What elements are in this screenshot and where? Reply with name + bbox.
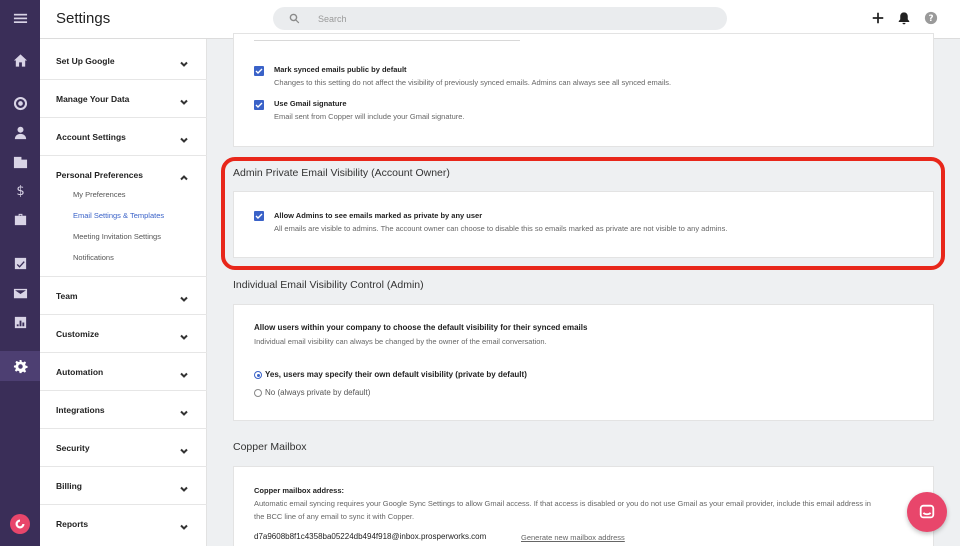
option-description: Email sent from Copper will include your… (274, 112, 465, 121)
chevron-down-icon (179, 481, 189, 492)
radio-no-always-private[interactable] (254, 389, 262, 397)
sidebar-item-email-settings-templates[interactable]: Email Settings & Templates (73, 211, 164, 220)
option-label: Mark synced emails public by default (274, 65, 407, 74)
highlight-annotation-box (221, 157, 945, 270)
sidebar-section-label: Integrations (56, 405, 105, 415)
sidebar-section-automation[interactable]: Automation (40, 353, 207, 391)
mailbox-description: Automatic email syncing requires your Go… (254, 499, 871, 508)
sidebar-section-manage-your-data[interactable]: Manage Your Data (40, 80, 207, 118)
search-input[interactable] (318, 10, 698, 27)
sidebar-section-set-up-google[interactable]: Set Up Google (40, 42, 207, 80)
chat-icon (919, 504, 935, 519)
search-icon (289, 13, 300, 24)
settings-gear-icon[interactable] (0, 351, 40, 381)
page-title: Settings (56, 10, 111, 27)
sidebar-section-team[interactable]: Team (40, 277, 207, 315)
svg-text:$: $ (16, 184, 24, 198)
sidebar-section-label[interactable]: Personal Preferences (56, 170, 143, 180)
section-title-copper-mailbox: Copper Mailbox (233, 441, 307, 453)
option-heading: Allow users within your company to choos… (254, 323, 588, 332)
sidebar-section-label: Account Settings (56, 132, 126, 142)
sidebar-section-label: Set Up Google (56, 56, 115, 66)
menu-icon[interactable] (0, 4, 40, 32)
settings-sidebar: Set Up Google Manage Your Data Account S… (40, 39, 207, 546)
individual-visibility-card: Allow users within your company to choos… (233, 304, 934, 421)
mail-icon[interactable] (0, 279, 40, 307)
sidebar-section-label: Team (56, 291, 78, 301)
sidebar-section-label: Security (56, 443, 90, 453)
mailbox-description: the BCC line of any email to sync it wit… (254, 512, 415, 521)
sidebar-section-security[interactable]: Security (40, 429, 207, 467)
notifications-bell-icon[interactable] (897, 11, 911, 25)
radio-label: No (always private by default) (265, 388, 371, 397)
chevron-down-icon (179, 519, 189, 530)
sidebar-section-label: Manage Your Data (56, 94, 130, 104)
sidebar-item-notifications[interactable]: Notifications (73, 253, 114, 262)
leads-target-icon[interactable] (0, 89, 40, 117)
radio-label: Yes, users may specify their own default… (265, 370, 527, 379)
search-bar[interactable] (273, 7, 727, 30)
reports-chart-icon[interactable] (0, 308, 40, 336)
add-plus-icon[interactable] (871, 11, 885, 25)
sidebar-section-personal-preferences: Personal Preferences My Preferences Emai… (40, 156, 207, 277)
use-gmail-signature-checkbox[interactable] (254, 100, 264, 110)
main-content: Mark synced emails public by default Cha… (207, 33, 960, 546)
chevron-down-icon (179, 132, 189, 143)
person-icon[interactable] (0, 118, 40, 146)
chevron-down-icon (179, 367, 189, 378)
generate-mailbox-link[interactable]: Generate new mailbox address (521, 533, 625, 542)
sidebar-section-label: Customize (56, 329, 99, 339)
tasks-checkbox-icon[interactable] (0, 249, 40, 277)
mailbox-address: d7a9608b8f1c4358ba05224db494f918@inbox.p… (254, 532, 487, 541)
home-icon[interactable] (0, 46, 40, 74)
option-description: Changes to this setting do not affect th… (274, 78, 672, 87)
option-label: Use Gmail signature (274, 99, 347, 108)
chevron-down-icon (179, 94, 189, 105)
sidebar-item-meeting-invitation-settings[interactable]: Meeting Invitation Settings (73, 232, 161, 241)
sidebar-section-customize[interactable]: Customize (40, 315, 207, 353)
app-rail: $ (0, 0, 40, 546)
svg-text:?: ? (928, 14, 933, 24)
chevron-down-icon (179, 329, 189, 340)
mark-synced-public-checkbox[interactable] (254, 66, 264, 76)
dollar-icon[interactable]: $ (0, 176, 40, 204)
sidebar-section-account-settings[interactable]: Account Settings (40, 118, 207, 156)
sidebar-section-label: Automation (56, 367, 104, 377)
mailbox-heading: Copper mailbox address: (254, 486, 345, 495)
copper-mailbox-card: Copper mailbox address: Automatic email … (233, 466, 934, 546)
email-sync-settings-card: Mark synced emails public by default Cha… (233, 33, 934, 147)
chevron-down-icon (179, 443, 189, 454)
help-question-icon[interactable]: ? (924, 11, 938, 25)
sidebar-section-label: Billing (56, 481, 82, 491)
briefcase-icon[interactable] (0, 205, 40, 233)
sidebar-section-label: Reports (56, 519, 89, 529)
sidebar-section-reports[interactable]: Reports (40, 505, 207, 543)
radio-yes-user-default[interactable] (254, 371, 262, 379)
section-title-individual-visibility: Individual Email Visibility Control (Adm… (233, 279, 424, 291)
option-description: Individual email visibility can always b… (254, 337, 547, 346)
chevron-up-icon[interactable] (179, 170, 189, 181)
sidebar-section-billing[interactable]: Billing (40, 467, 207, 505)
company-building-icon[interactable] (0, 147, 40, 175)
chevron-down-icon (179, 405, 189, 416)
chevron-down-icon (179, 291, 189, 302)
copper-logo-icon (10, 514, 30, 534)
chat-support-button[interactable] (907, 492, 947, 532)
chevron-down-icon (179, 56, 189, 67)
sidebar-section-integrations[interactable]: Integrations (40, 391, 207, 429)
divider (254, 40, 520, 41)
sidebar-item-my-preferences[interactable]: My Preferences (73, 190, 126, 199)
